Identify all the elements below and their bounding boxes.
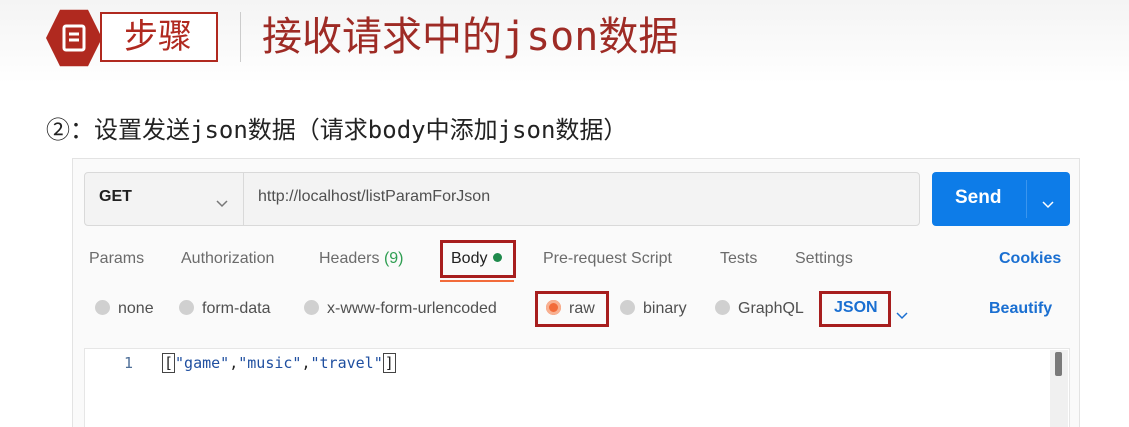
radio-urlencoded[interactable]: x-www-form-urlencoded [304, 300, 497, 320]
raw-highlight [535, 291, 609, 327]
code-close-bracket: ] [382, 353, 396, 373]
code-open-bracket: [ [162, 353, 176, 373]
tab-params[interactable]: Params [89, 250, 144, 268]
tab-authorization[interactable]: Authorization [181, 250, 274, 268]
code-comma: , [229, 354, 239, 372]
send-button-label: Send [955, 187, 1002, 208]
tab-prerequest-script[interactable]: Pre-request Script [543, 250, 672, 268]
send-button-divider [1026, 180, 1027, 218]
cookies-link[interactable]: Cookies [999, 250, 1061, 268]
send-options-chevron-icon[interactable] [1042, 194, 1054, 213]
radio-graphql[interactable]: GraphQL [715, 300, 804, 320]
code-comma: , [301, 354, 311, 372]
radio-none[interactable]: none [95, 300, 154, 320]
body-tab-highlight [440, 240, 516, 278]
radio-none-label: none [118, 300, 154, 317]
json-highlight [819, 291, 891, 327]
code-string: "music" [238, 354, 302, 372]
step-instruction: ②：设置发送json数据（请求body中添加json数据） [46, 116, 628, 144]
radio-urlencoded-label: x-www-form-urlencoded [327, 300, 497, 317]
radio-none-dot [95, 300, 110, 315]
radio-binary-dot [620, 300, 635, 315]
radio-urlencoded-dot [304, 300, 319, 315]
chevron-down-icon[interactable] [216, 193, 228, 212]
code-line[interactable]: ["game","music","travel"] [162, 353, 396, 373]
tab-settings[interactable]: Settings [795, 250, 853, 268]
step-label: 步骤 [124, 17, 192, 57]
title-divider [240, 12, 241, 62]
radio-binary[interactable]: binary [620, 300, 687, 320]
tab-headers[interactable]: Headers (9) [319, 250, 404, 268]
radio-form-data-label: form-data [202, 300, 271, 317]
url-input[interactable]: http://localhost/listParamForJson [258, 188, 898, 206]
radio-form-data[interactable]: form-data [179, 300, 270, 320]
tab-headers-label: Headers [319, 250, 380, 267]
code-string: "travel" [310, 354, 383, 372]
radio-binary-label: binary [643, 300, 687, 317]
method-label: GET [99, 188, 132, 205]
tab-headers-count: (9) [383, 250, 404, 267]
radio-graphql-dot [715, 300, 730, 315]
code-string: "game" [175, 354, 230, 372]
chevron-down-icon[interactable] [896, 305, 908, 324]
active-tab-underline [440, 280, 514, 282]
page-title: 接收请求中的json数据 [262, 14, 679, 60]
editor-scrollbar-thumb[interactable] [1055, 352, 1062, 376]
radio-graphql-label: GraphQL [738, 300, 804, 317]
tab-tests[interactable]: Tests [720, 250, 757, 268]
line-number: 1 [124, 354, 134, 372]
beautify-link[interactable]: Beautify [989, 300, 1052, 318]
radio-form-data-dot [179, 300, 194, 315]
